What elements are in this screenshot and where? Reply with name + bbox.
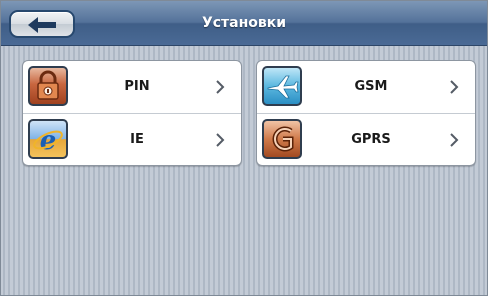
- menu-item-label: PIN: [124, 79, 150, 94]
- menu-item-label: GSM: [354, 79, 388, 94]
- chevron-right-icon: [216, 80, 225, 94]
- svg-text:e: e: [40, 126, 57, 156]
- settings-panel-left: PIN e IE: [22, 60, 242, 166]
- chevron-right-icon: [450, 133, 459, 147]
- title-bar: Установки: [1, 1, 487, 46]
- gprs-icon: [262, 119, 302, 159]
- menu-item-pin[interactable]: PIN: [23, 61, 241, 114]
- page-title: Установки: [201, 15, 287, 31]
- chevron-right-icon: [216, 133, 225, 147]
- menu-item-gsm[interactable]: GSM: [257, 61, 475, 114]
- internet-explorer-icon: e: [28, 119, 68, 159]
- menu-item-label: IE: [130, 132, 144, 147]
- menu-item-label: GPRS: [351, 132, 391, 147]
- settings-panel-right: GSM GPRS: [256, 60, 476, 166]
- padlock-icon: [28, 66, 68, 106]
- airplane-icon: [262, 66, 302, 106]
- chevron-right-icon: [450, 80, 459, 94]
- menu-item-ie[interactable]: e IE: [23, 114, 241, 165]
- menu-item-gprs[interactable]: GPRS: [257, 114, 475, 165]
